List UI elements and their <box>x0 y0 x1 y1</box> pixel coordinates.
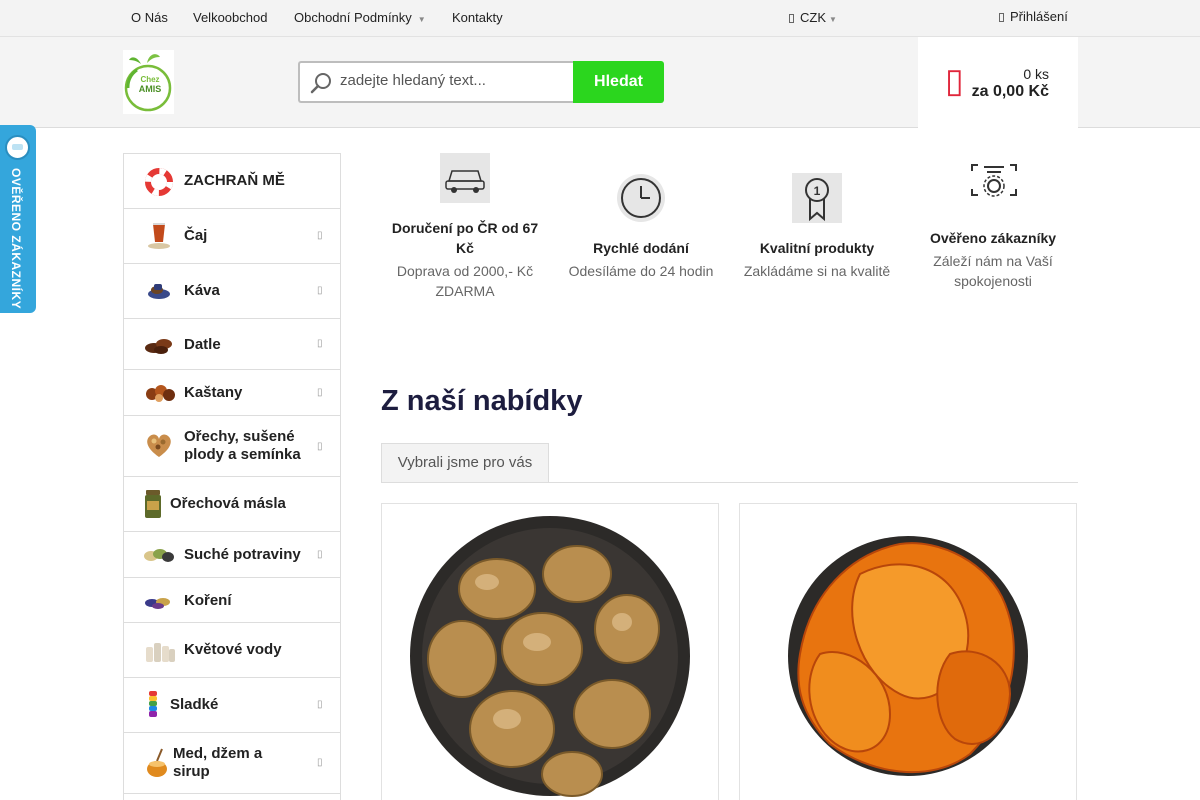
dry-food-icon <box>144 549 174 562</box>
category-item-kava[interactable]: Káva ▯ <box>124 264 340 319</box>
category-item-orechova-masla[interactable]: Ořechová másla <box>124 477 340 532</box>
logo[interactable]: Chez AMIS <box>123 50 174 114</box>
car-icon <box>440 153 490 203</box>
logo-icon: Chez AMIS <box>124 54 172 112</box>
dried-mango-bowl-image <box>788 536 1028 776</box>
category-label: ZACHRAŇ MĚ <box>184 172 285 189</box>
search-icon <box>310 73 331 94</box>
search-input[interactable] <box>340 72 570 89</box>
cart-count: 0 ks <box>1023 66 1049 82</box>
nut-butter-jar-icon <box>145 490 161 518</box>
feature-delivery: Doručení po ČR od 67 Kč Doprava od 2000,… <box>381 153 549 303</box>
search-box <box>298 61 574 103</box>
chevron-right-icon: ▯ <box>317 757 323 768</box>
category-label: Kaštany <box>184 384 243 401</box>
chestnuts-icon <box>146 385 175 402</box>
verified-seal-icon <box>971 164 1017 197</box>
nav-link-obchodni-podminky[interactable]: Obchodní Podmínky ▼ <box>294 10 426 25</box>
category-item-suche-potraviny[interactable]: Suché potraviny ▯ <box>124 532 340 578</box>
award-ribbon-icon: 1 <box>792 173 842 223</box>
clock-icon <box>617 174 665 222</box>
category-item-zachran-me[interactable]: ZACHRAŇ MĚ <box>124 154 340 209</box>
nuts-heart-icon <box>147 434 171 457</box>
dried-figs-bowl-image <box>410 516 690 797</box>
feature-fast-delivery: Rychlé dodání Odesíláme do 24 hodin <box>557 153 725 303</box>
feature-title: Kvalitní produkty <box>759 240 875 256</box>
category-item-med-dzem-sirup[interactable]: Med, džem a sirup ▯ <box>124 733 340 794</box>
category-sidebar: ZACHRAŇ MĚ Čaj ▯ Káva ▯ Datle ▯ Kaštany … <box>123 153 341 800</box>
nav-link-kontakty[interactable]: Kontakty <box>452 10 503 25</box>
search-button[interactable]: Hledat <box>573 61 664 103</box>
tea-glass-icon <box>148 223 170 249</box>
category-item-orechy[interactable]: Ořechy, sušené plody a semínka ▯ <box>124 416 340 477</box>
feature-quality: 1 Kvalitní produkty Zakládáme si na kval… <box>733 153 901 303</box>
verified-badge-label: OVĚŘENO ZÁKAZNÍKY <box>9 168 23 310</box>
category-label: Káva <box>184 282 220 299</box>
chevron-right-icon: ▯ <box>317 441 323 452</box>
chevron-right-icon: ▯ <box>317 699 323 710</box>
feature-verified: Ověřeno zákazníky Záleží nám na Vaší spo… <box>909 153 1077 303</box>
coffee-icon <box>148 284 170 299</box>
logo-text-chez: Chez <box>140 75 159 84</box>
category-item-kvetove-vody[interactable]: Květové vody <box>124 623 340 678</box>
login-link[interactable]: Přihlášení <box>999 9 1068 24</box>
product-card[interactable] <box>739 503 1077 800</box>
product-card[interactable] <box>381 503 719 800</box>
top-bar: O Nás Velkoobchod Obchodní Podmínky ▼ Kon… <box>0 0 1200 37</box>
nav-link-label: Obchodní Podmínky <box>294 10 412 25</box>
svg-text:1: 1 <box>814 184 821 198</box>
cart-icon: ▯ <box>945 62 964 100</box>
category-label: Sladké <box>170 696 219 713</box>
category-label: Květové vody <box>184 641 282 658</box>
feature-desc: Záleží nám na Vaší spokojenosti <box>933 253 1053 289</box>
chevron-right-icon: ▯ <box>317 387 323 398</box>
currency-label: CZK <box>800 10 826 25</box>
category-label: Suché potraviny <box>184 546 301 563</box>
verified-seal-icon <box>5 135 30 160</box>
lifebuoy-icon <box>145 168 173 196</box>
feature-title: Doručení po ČR od 67 Kč <box>391 220 539 256</box>
nav-link-o-nas[interactable]: O Nás <box>131 10 168 25</box>
header: Chez AMIS Hledat ▯ 0 ks za 0,00 Kč <box>0 37 1200 128</box>
tab-divider <box>381 482 1078 483</box>
chevron-down-icon: ▼ <box>417 15 426 24</box>
verified-customers-badge[interactable]: OVĚŘENO ZÁKAZNÍKY <box>0 125 36 313</box>
login-label: Přihlášení <box>1010 9 1068 24</box>
chevron-right-icon: ▯ <box>317 230 323 241</box>
spices-icon <box>145 598 170 609</box>
dates-icon <box>145 339 172 354</box>
category-item-kastany[interactable]: Kaštany ▯ <box>124 370 340 416</box>
category-label: Ořechová másla <box>170 495 286 512</box>
category-label: Ořechy, sušené plody a semínka <box>184 428 301 463</box>
chevron-right-icon: ▯ <box>317 549 323 560</box>
feature-desc: Zakládáme si na kvalitě <box>743 263 891 279</box>
feature-title: Rychlé dodání <box>593 240 689 256</box>
sweets-icon <box>149 691 157 717</box>
cart-total: za 0,00 Kč <box>971 83 1049 100</box>
logo-text-amis: AMIS <box>139 84 162 94</box>
category-item-sladke[interactable]: Sladké ▯ <box>124 678 340 733</box>
chevron-right-icon: ▯ <box>317 338 323 349</box>
nav-link-velkoobchod[interactable]: Velkoobchod <box>193 10 267 25</box>
category-label: Koření <box>184 592 232 609</box>
category-label: Med, džem a sirup <box>173 745 263 780</box>
currency-selector[interactable]: CZK ▼ <box>789 10 837 25</box>
feature-desc: Doprava od 2000,- Kč ZDARMA <box>396 263 534 299</box>
flower-water-bottles-icon <box>146 643 175 662</box>
category-item-koreni[interactable]: Koření <box>124 578 340 623</box>
section-title: Z naší nabídky <box>381 385 583 417</box>
tab-recommended[interactable]: Vybrali jsme pro vás <box>381 443 549 482</box>
user-icon <box>999 13 1004 22</box>
cart-widget[interactable]: ▯ 0 ks za 0,00 Kč <box>918 37 1078 128</box>
category-item-datle[interactable]: Datle ▯ <box>124 319 340 370</box>
honey-icon <box>147 748 167 777</box>
category-label: Čaj <box>184 227 208 244</box>
category-label: Datle <box>184 336 221 353</box>
currency-icon <box>789 14 794 23</box>
chevron-down-icon: ▼ <box>829 15 837 24</box>
category-item-caj[interactable]: Čaj ▯ <box>124 209 340 264</box>
chevron-right-icon: ▯ <box>317 285 323 296</box>
feature-title: Ověřeno zákazníky <box>929 230 1057 246</box>
feature-desc: Odesíláme do 24 hodin <box>568 263 714 279</box>
